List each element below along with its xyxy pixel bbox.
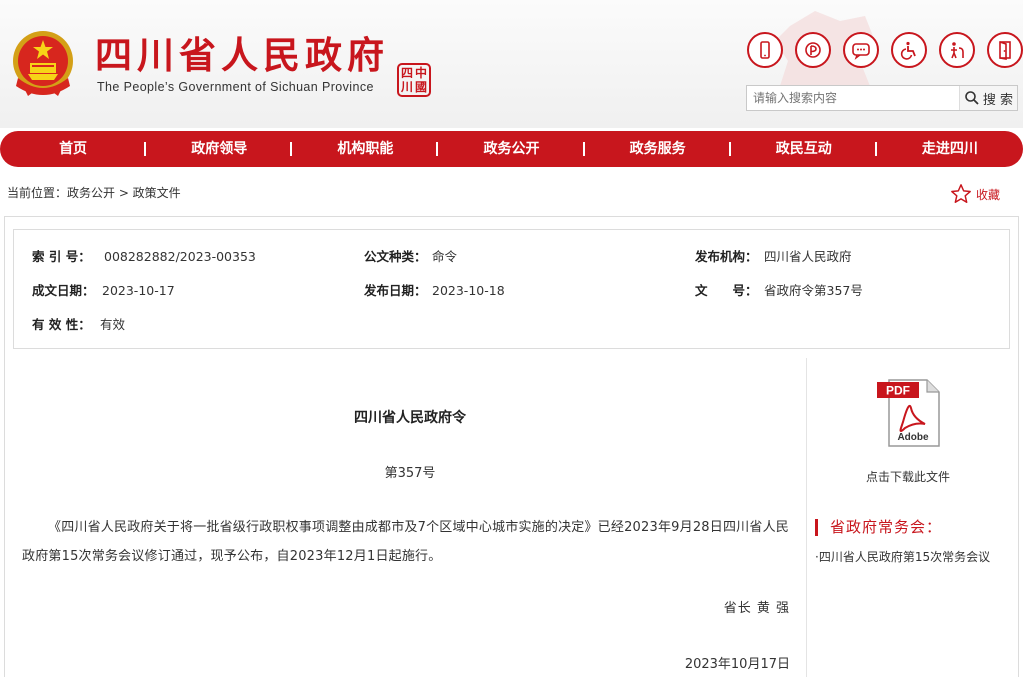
document-title: 四川省人民政府令 — [354, 410, 466, 426]
pdf-download-link[interactable]: 点击下载此文件 — [815, 468, 1001, 485]
meta-index-key: 索 引 号： — [32, 249, 91, 264]
pdf-brand-text: Adobe — [897, 432, 929, 443]
meta-written-date: 成文日期： 2023-10-17 — [32, 280, 175, 299]
meta-docno-key: 文 号： — [695, 283, 758, 298]
site-subtitle: The People’s Government of Sichuan Provi… — [97, 80, 374, 94]
sidebar-meeting-link[interactable]: ·四川省人民政府第15次常务会议 — [815, 548, 990, 565]
seal-char: 中 — [414, 65, 427, 80]
pdf-badge-text: PDF — [886, 384, 910, 398]
nav-item-gov-info[interactable]: 政务公开 — [438, 131, 585, 167]
meta-validity-key: 有 效 性： — [32, 317, 91, 332]
wechat-icon[interactable] — [843, 32, 879, 68]
document-number: 第357号 — [384, 466, 436, 481]
seal-char: 國 — [414, 79, 427, 94]
meta-type-value: 命令 — [432, 249, 458, 264]
meta-index-value: 008282882/2023-00353 — [104, 249, 256, 264]
sidebar-heading: 省政府常务会： — [815, 519, 942, 536]
search-icon — [965, 91, 979, 105]
search-box: 搜 索 — [746, 85, 1018, 111]
search-button[interactable]: 搜 索 — [959, 86, 1017, 110]
nav-item-leaders[interactable]: 政府领导 — [146, 131, 293, 167]
header: 四川省人民政府 The People’s Government of Sichu… — [0, 0, 1023, 128]
mobile-icon[interactable] — [747, 32, 783, 68]
content-divider — [806, 358, 807, 677]
seal-logo: 四 中 川 國 — [397, 63, 431, 97]
nav-item-institutions[interactable]: 机构职能 — [292, 131, 439, 167]
national-emblem-icon — [13, 31, 73, 96]
exit-icon[interactable] — [987, 32, 1023, 68]
meta-published-date: 发布日期： 2023-10-18 — [364, 280, 505, 299]
seal-char: 川 — [400, 79, 413, 94]
breadcrumb[interactable]: 当前位置：政务公开 > 政策文件 — [7, 184, 181, 201]
document-date: 2023年10月17日 — [684, 657, 790, 672]
weibo-icon[interactable] — [795, 32, 831, 68]
pdf-download-icon[interactable]: PDF Adobe — [875, 378, 943, 448]
site-title: 四川省人民政府 — [95, 34, 389, 77]
search-input[interactable] — [747, 86, 959, 110]
meta-validity: 有 效 性： 有效 — [32, 314, 125, 333]
meta-written-value: 2023-10-17 — [102, 283, 175, 298]
meta-type: 公文种类： 命令 — [364, 246, 457, 265]
meta-published-key: 发布日期： — [364, 283, 427, 298]
star-icon — [951, 184, 971, 203]
meta-issuer-key: 发布机构： — [695, 249, 758, 264]
elder-care-icon[interactable] — [939, 32, 975, 68]
document-signer: 省长 黄 强 — [723, 601, 790, 616]
meta-index: 索 引 号： 008282882/2023-00353 — [32, 246, 256, 265]
nav-item-interaction[interactable]: 政民互动 — [731, 131, 877, 167]
meta-validity-value: 有效 — [100, 317, 126, 332]
nav-item-about-sichuan[interactable]: 走进四川 — [877, 131, 1023, 167]
nav-item-home[interactable]: 首页 — [0, 131, 147, 167]
favorite-button[interactable]: 收藏 — [950, 183, 1000, 205]
nav-item-gov-services[interactable]: 政务服务 — [585, 131, 731, 167]
accessibility-icon[interactable] — [891, 32, 927, 68]
top-icon-bar — [747, 32, 1023, 68]
meta-issuer-value: 四川省人民政府 — [764, 249, 852, 264]
favorite-label: 收藏 — [976, 187, 1001, 202]
seal-char: 四 — [400, 65, 413, 80]
document-meta-box: 索 引 号： 008282882/2023-00353 公文种类： 命令 发布机构：… — [13, 229, 1010, 349]
search-button-label: 搜 索 — [982, 92, 1014, 108]
main-nav: 首页 政府领导 机构职能 政务公开 政务服务 政民互动 走进四川 — [0, 131, 1023, 167]
meta-type-key: 公文种类： — [364, 249, 427, 264]
meta-issuer: 发布机构： 四川省人民政府 — [695, 246, 852, 265]
page: 四川省人民政府 The People’s Government of Sichu… — [0, 0, 1023, 677]
meta-written-key: 成文日期： — [32, 283, 95, 298]
document-body: 《四川省人民政府关于将一批省级行政职权事项调整由成都市及7个区域中心城市实施的决… — [22, 520, 789, 564]
meta-docno-value: 省政府令第357号 — [764, 283, 863, 298]
meta-doc-number: 文 号： 省政府令第357号 — [695, 280, 863, 299]
meta-published-value: 2023-10-18 — [432, 283, 505, 298]
